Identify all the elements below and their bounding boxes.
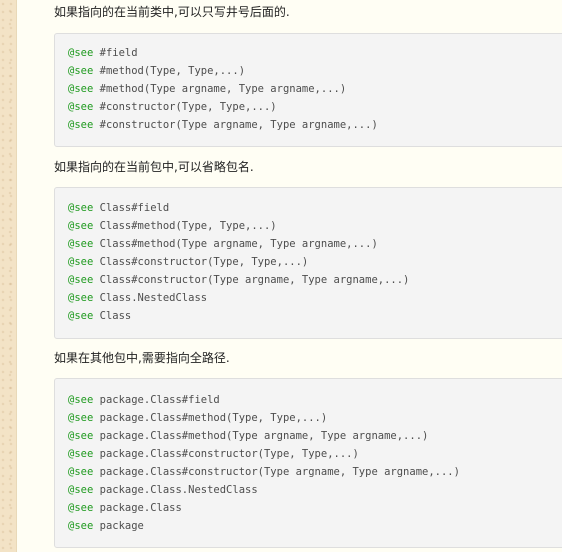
see-tag: @see: [68, 238, 94, 250]
see-tag: @see: [68, 256, 94, 268]
code-block: @see package.Class#field @see package.Cl…: [54, 378, 562, 548]
see-tag: @see: [68, 520, 94, 532]
code-line: @see #method(Type, Type,...): [68, 62, 562, 80]
code-line: @see package: [68, 517, 562, 535]
code-line: @see package.Class#field: [68, 391, 562, 409]
code-text: #field: [93, 47, 138, 59]
code-text: package.Class.NestedClass: [93, 484, 258, 496]
code-text: #constructor(Type argname, Type argname,…: [93, 119, 378, 131]
code-line: @see #constructor(Type argname, Type arg…: [68, 116, 562, 134]
code-line: @see package.Class.NestedClass: [68, 481, 562, 499]
code-text: package.Class#method(Type argname, Type …: [93, 430, 429, 442]
see-tag: @see: [68, 65, 94, 77]
code-text: #method(Type argname, Type argname,...): [93, 83, 347, 95]
section-description: 如果在其他包中,需要指向全路径.: [54, 351, 230, 365]
code-line: @see #method(Type argname, Type argname,…: [68, 80, 562, 98]
code-text: package: [93, 520, 144, 532]
code-text: Class: [93, 310, 132, 322]
see-tag: @see: [68, 310, 94, 322]
see-tag: @see: [68, 220, 94, 232]
see-tag: @see: [68, 484, 94, 496]
code-text: package.Class: [93, 502, 182, 514]
code-text: package.Class#constructor(Type, Type,...…: [93, 448, 359, 460]
see-tag: @see: [68, 101, 94, 113]
code-text: Class#field: [93, 202, 170, 214]
code-line: @see package.Class#constructor(Type, Typ…: [68, 445, 562, 463]
see-tag: @see: [68, 394, 94, 406]
code-line: @see Class: [68, 307, 562, 325]
see-tag: @see: [68, 119, 94, 131]
see-tag: @see: [68, 448, 94, 460]
code-text: Class#method(Type argname, Type argname,…: [93, 238, 378, 250]
code-line: @see package.Class: [68, 499, 562, 517]
textured-sidebar-background: [0, 0, 16, 552]
code-line: @see Class#method(Type, Type,...): [68, 217, 562, 235]
code-line: @see #field: [68, 44, 562, 62]
code-text: #method(Type, Type,...): [93, 65, 246, 77]
see-tag: @see: [68, 83, 94, 95]
see-tag: @see: [68, 412, 94, 424]
code-text: Class.NestedClass: [93, 292, 208, 304]
see-tag: @see: [68, 274, 94, 286]
article-content: 如果指向的在当前类中,可以只写井号后面的. @see #field @see #…: [16, 0, 562, 552]
see-tag: @see: [68, 430, 94, 442]
code-line: @see Class#method(Type argname, Type arg…: [68, 235, 562, 253]
section-description: 如果指向的在当前类中,可以只写井号后面的.: [54, 5, 290, 19]
section-description: 如果指向的在当前包中,可以省略包名.: [54, 160, 254, 174]
code-text: Class#constructor(Type argname, Type arg…: [93, 274, 410, 286]
code-line: @see package.Class#method(Type argname, …: [68, 427, 562, 445]
see-tag: @see: [68, 47, 94, 59]
see-tag: @see: [68, 466, 94, 478]
code-block: @see #field @see #method(Type, Type,...)…: [54, 33, 562, 147]
code-text: package.Class#constructor(Type argname, …: [93, 466, 460, 478]
code-line: @see package.Class#constructor(Type argn…: [68, 463, 562, 481]
see-tag: @see: [68, 502, 94, 514]
see-tag: @see: [68, 292, 94, 304]
code-line: @see Class.NestedClass: [68, 289, 562, 307]
code-line: @see Class#constructor(Type argname, Typ…: [68, 271, 562, 289]
code-block: @see Class#field @see Class#method(Type,…: [54, 187, 562, 339]
see-tag: @see: [68, 202, 94, 214]
code-line: @see Class#field: [68, 199, 562, 217]
code-line: @see Class#constructor(Type, Type,...): [68, 253, 562, 271]
code-line: @see #constructor(Type, Type,...): [68, 98, 562, 116]
code-text: package.Class#field: [93, 394, 220, 406]
code-text: Class#method(Type, Type,...): [93, 220, 277, 232]
code-text: #constructor(Type, Type,...): [93, 101, 277, 113]
code-line: @see package.Class#method(Type, Type,...…: [68, 409, 562, 427]
code-text: Class#constructor(Type, Type,...): [93, 256, 309, 268]
code-text: package.Class#method(Type, Type,...): [93, 412, 328, 424]
